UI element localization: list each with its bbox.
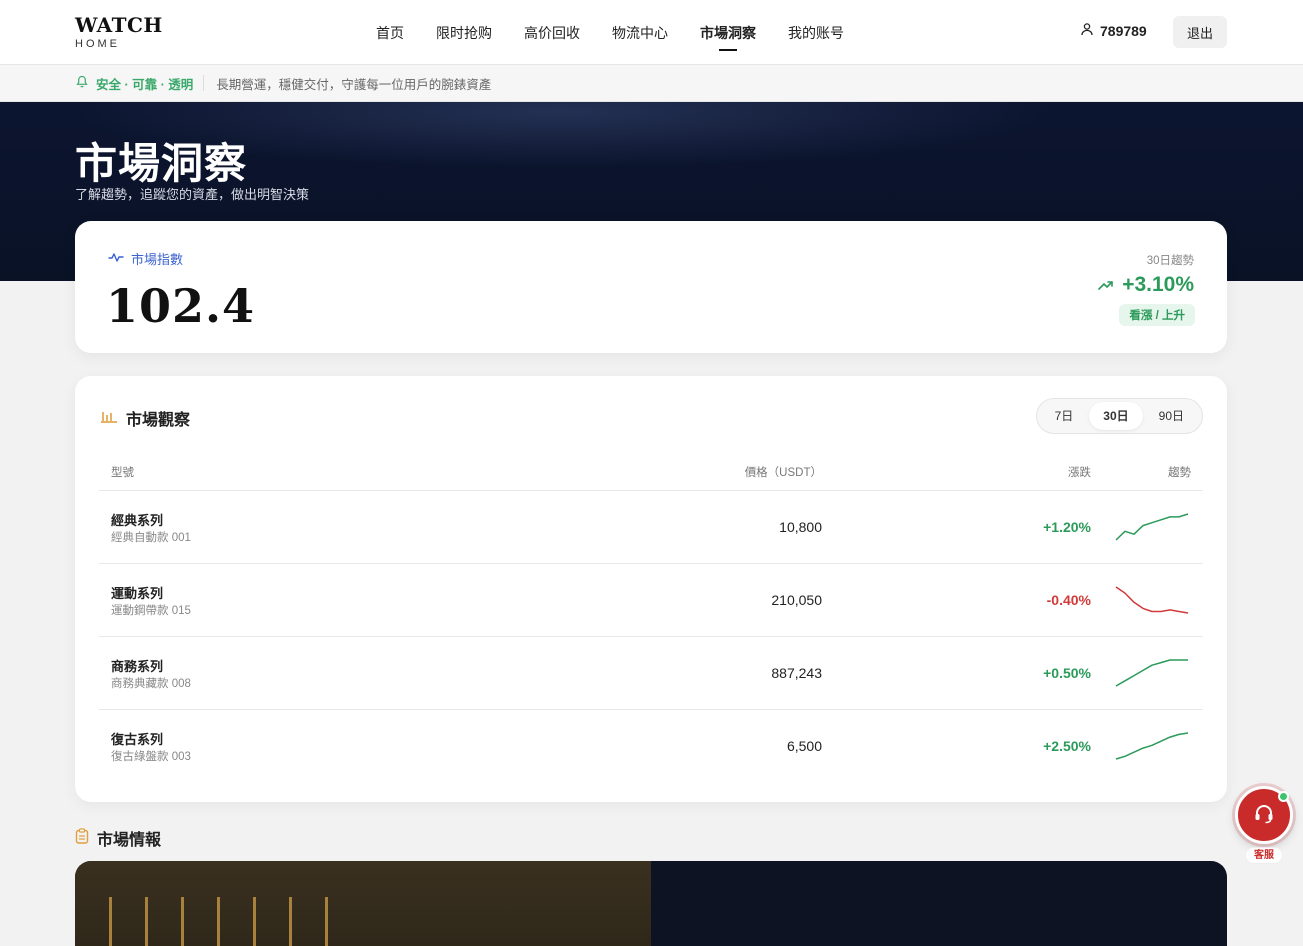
- market-watch-title: 市場觀察: [100, 406, 190, 430]
- decor-bar: [181, 897, 184, 946]
- row-sparkline: [1115, 659, 1188, 687]
- nav-recycle[interactable]: 高价回收: [508, 0, 596, 64]
- row-series-name: 商務系列: [111, 659, 164, 674]
- range-90d-tab[interactable]: 90日: [1145, 402, 1198, 430]
- notice-divider: [203, 75, 205, 91]
- notice-bar: 安全 · 可靠 · 透明 長期營運，穩健交付，守護每一位用戶的腕錶資產: [0, 65, 1303, 102]
- row-change: +2.50%: [1043, 738, 1091, 754]
- nav-home[interactable]: 首页: [360, 0, 420, 64]
- main-nav: 首页 限时抢购 高价回收 物流中心 市場洞察 我的账号: [360, 0, 860, 64]
- sparkline-path: [1115, 586, 1189, 614]
- user-icon: [1080, 22, 1094, 39]
- market-watch-card: 市場觀察 7日 30日 90日 型號 價格（USDT） 漲跌 趨勢 經典系列 經…: [75, 376, 1227, 802]
- index-label-text: 市場指數: [131, 252, 184, 267]
- intel-banner[interactable]: [75, 861, 1227, 946]
- row-change: +0.50%: [1043, 665, 1091, 681]
- user-info[interactable]: 789789: [1080, 22, 1147, 39]
- table-row[interactable]: 運動系列 運動鋼帶款 015 210,050 -0.40%: [99, 564, 1203, 637]
- row-model-name: 商務典藏款 008: [111, 678, 191, 690]
- column-price: 價格（USDT）: [744, 467, 822, 479]
- market-intel-title-text: 市場情報: [97, 832, 162, 849]
- bell-icon: [76, 75, 88, 91]
- notice-text: 長期營運，穩健交付，守護每一位用戶的腕錶資產: [216, 77, 492, 92]
- row-series-name: 經典系列: [111, 513, 164, 528]
- bar-chart-icon: [100, 409, 118, 428]
- row-price: 6,500: [786, 738, 822, 754]
- nav-market-insight[interactable]: 市場洞察: [684, 0, 772, 64]
- decor-bar: [289, 897, 292, 946]
- trending-up-icon: [1098, 273, 1114, 297]
- sparkline-path: [1115, 659, 1188, 687]
- row-model-name: 運動鋼帶款 015: [111, 605, 191, 617]
- row-model-name: 經典自動款 001: [111, 532, 191, 544]
- intel-banner-image: [75, 861, 651, 946]
- table-row[interactable]: 經典系列 經典自動款 001 10,800 +1.20%: [99, 491, 1203, 564]
- market-watch-title-text: 市場觀察: [126, 412, 191, 429]
- row-price: 887,243: [771, 665, 822, 681]
- page-subtitle: 了解趨勢，追蹤您的資產，做出明智決策: [75, 187, 310, 202]
- decor-bar: [217, 897, 220, 946]
- pulse-icon: [108, 251, 124, 266]
- site-logo[interactable]: WATCH HOME: [75, 14, 163, 50]
- user-id: 789789: [1100, 22, 1147, 39]
- row-series-name: 運動系列: [111, 586, 164, 601]
- nav-flash-sale[interactable]: 限时抢购: [420, 0, 508, 64]
- decor-bar: [253, 897, 256, 946]
- trend-value: +3.10%: [1098, 273, 1194, 297]
- row-series-name: 復古系列: [111, 732, 164, 747]
- nav-logistics[interactable]: 物流中心: [596, 0, 684, 64]
- sparkline-path: [1115, 513, 1189, 541]
- customer-support-button[interactable]: [1235, 786, 1293, 844]
- headset-icon: [1252, 801, 1276, 830]
- table-row[interactable]: 商務系列 商務典藏款 008 887,243 +0.50%: [99, 637, 1203, 710]
- nav-my-account[interactable]: 我的账号: [772, 0, 860, 64]
- row-change: +1.20%: [1043, 519, 1091, 535]
- range-selector: 7日 30日 90日: [1035, 398, 1203, 434]
- clipboard-icon: [75, 827, 89, 849]
- support-label: 客服: [1245, 847, 1283, 864]
- row-price: 10,800: [779, 519, 822, 535]
- top-header: WATCH HOME 首页 限时抢购 高价回收 物流中心 市場洞察 我的账号 7…: [0, 0, 1303, 65]
- row-model-name: 復古綠盤款 003: [111, 751, 191, 763]
- row-sparkline: [1115, 513, 1189, 541]
- logo-text: WATCH: [75, 13, 163, 37]
- logo-subtext: HOME: [75, 38, 120, 50]
- online-status-dot: [1278, 791, 1289, 802]
- decor-bar: [109, 897, 112, 946]
- index-label: 市場指數: [108, 249, 183, 268]
- range-7d-tab[interactable]: 7日: [1041, 402, 1088, 430]
- decor-bar: [145, 897, 148, 946]
- market-intel-title: 市場情報: [75, 826, 161, 850]
- table-row[interactable]: 復古系列 復古綠盤款 003 6,500 +2.50%: [99, 710, 1203, 783]
- column-change: 漲跌: [1068, 467, 1091, 479]
- logout-button[interactable]: 退出: [1173, 16, 1227, 48]
- decor-bar: [325, 897, 328, 946]
- market-index-card: 市場指數 102.4 30日趨勢 +3.10% 看漲 / 上升: [75, 221, 1227, 353]
- index-value: 102.4: [106, 279, 256, 333]
- trend-badge: 看漲 / 上升: [1119, 304, 1195, 326]
- row-sparkline: [1115, 732, 1189, 760]
- range-30d-tab[interactable]: 30日: [1089, 402, 1143, 430]
- page-title: 市場洞察: [75, 139, 248, 188]
- row-price: 210,050: [771, 592, 822, 608]
- notice-tag: 安全 · 可靠 · 透明: [96, 77, 194, 92]
- trend-period-label: 30日趨勢: [1146, 255, 1194, 267]
- trend-percent: +3.10%: [1122, 273, 1194, 296]
- column-trend: 趨勢: [1168, 467, 1191, 479]
- row-change: -0.40%: [1046, 592, 1091, 608]
- table-header: 型號 價格（USDT） 漲跌 趨勢: [99, 456, 1203, 491]
- sparkline-path: [1115, 732, 1189, 760]
- column-model: 型號: [111, 467, 134, 479]
- row-sparkline: [1115, 586, 1189, 614]
